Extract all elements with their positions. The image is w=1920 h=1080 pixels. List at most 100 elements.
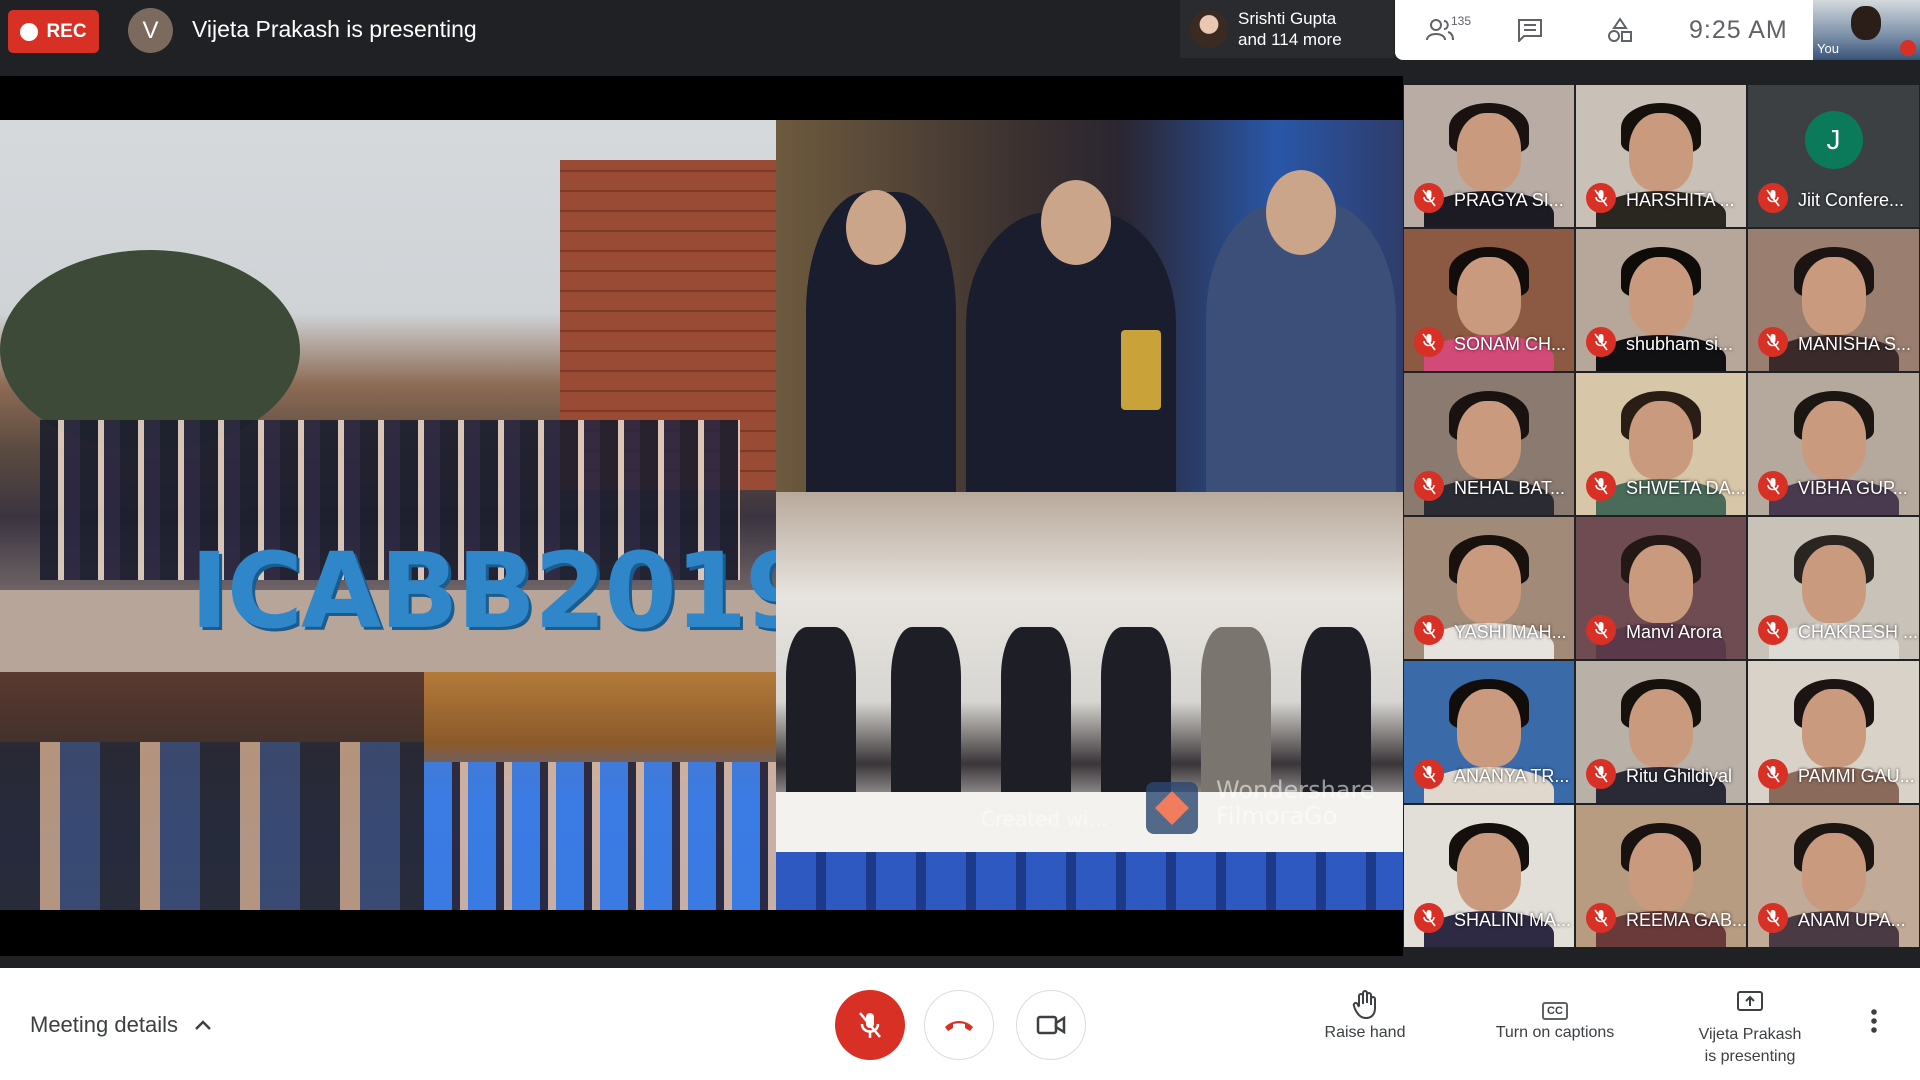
people-button[interactable]: 135 bbox=[1395, 0, 1485, 60]
photo-person bbox=[1301, 627, 1371, 792]
recording-label: REC bbox=[46, 20, 87, 42]
participant-avatar: J bbox=[1804, 111, 1863, 169]
photo-person bbox=[891, 627, 961, 792]
participant-face bbox=[1629, 833, 1693, 911]
photo-head bbox=[846, 190, 906, 265]
participant-face bbox=[1629, 113, 1693, 191]
raise-hand-button[interactable]: Raise hand bbox=[1315, 990, 1415, 1042]
camera-toggle-button[interactable] bbox=[1016, 990, 1086, 1060]
activities-button[interactable] bbox=[1575, 0, 1665, 60]
participant-tile[interactable]: Ritu Ghildiyal bbox=[1575, 660, 1747, 804]
participant-name: REEMA GAB... bbox=[1626, 910, 1747, 930]
participant-name: Jiit Confere... bbox=[1798, 190, 1905, 210]
mic-off-icon bbox=[1414, 471, 1444, 501]
participant-face bbox=[1801, 833, 1866, 911]
participant-tile[interactable]: PAMMI GAU... bbox=[1747, 660, 1920, 804]
participant-name: SHWETA DA... bbox=[1626, 478, 1746, 498]
watermark-created: Created wi... bbox=[981, 807, 1108, 831]
participant-tile[interactable]: SONAM CH... bbox=[1403, 228, 1575, 372]
top-controls: 135 9:25 AM bbox=[1395, 0, 1813, 60]
presenter-avatar: V bbox=[128, 8, 173, 53]
participant-face bbox=[1457, 257, 1521, 335]
bottom-bar: Meeting details Raise hand CC Turn on ca… bbox=[0, 968, 1920, 1080]
mic-off-icon bbox=[1586, 615, 1616, 645]
photo-seats bbox=[424, 762, 776, 910]
meeting-details-button[interactable]: Meeting details bbox=[30, 1012, 212, 1038]
watermark-text: Wondershare FilmoraGo bbox=[1216, 777, 1375, 829]
people-count: 135 bbox=[1451, 14, 1472, 28]
participant-face bbox=[1457, 545, 1521, 623]
more-vert-icon bbox=[1871, 1009, 1877, 1033]
participant-tile[interactable]: YASHI MAH... bbox=[1403, 516, 1575, 660]
joined-user-avatar bbox=[1190, 10, 1228, 48]
participant-tile[interactable]: ANAM UPA... bbox=[1747, 804, 1920, 948]
participant-tile[interactable]: HARSHITA ... bbox=[1575, 84, 1747, 228]
mic-off-icon bbox=[1758, 471, 1788, 501]
mic-off-icon bbox=[1758, 759, 1788, 789]
participant-name: ANANYA TR... bbox=[1454, 766, 1570, 786]
camera-icon bbox=[1036, 1015, 1066, 1035]
self-video-tile[interactable]: You bbox=[1813, 0, 1920, 60]
participant-face bbox=[1457, 689, 1521, 767]
photo-award-ceremony bbox=[776, 120, 1403, 492]
participant-name: SONAM CH... bbox=[1454, 334, 1567, 354]
participant-tile[interactable]: VIBHA GUP... bbox=[1747, 372, 1920, 516]
participant-face bbox=[1457, 113, 1521, 191]
mic-off-icon bbox=[1586, 327, 1616, 357]
participant-tile[interactable]: CHAKRESH ... bbox=[1747, 516, 1920, 660]
mic-off-icon bbox=[1414, 183, 1444, 213]
mic-off-icon bbox=[1900, 40, 1916, 56]
mic-off-icon bbox=[1414, 615, 1444, 645]
participant-tile[interactable]: SHWETA DA... bbox=[1575, 372, 1747, 516]
presenting-label-line1: Vijeta Prakash bbox=[1698, 1026, 1802, 1043]
participant-tile[interactable]: NEHAL BAT... bbox=[1403, 372, 1575, 516]
participant-tile[interactable]: shubham si... bbox=[1575, 228, 1747, 372]
participant-face bbox=[1457, 401, 1521, 479]
participant-name: HARSHITA ... bbox=[1626, 190, 1735, 210]
mic-off-icon bbox=[1414, 903, 1444, 933]
participant-face bbox=[1801, 545, 1866, 623]
mic-off-icon bbox=[1758, 903, 1788, 933]
raise-hand-label: Raise hand bbox=[1324, 1024, 1406, 1041]
shared-screen: ICABB2019 Wondershare FilmoraGo Created … bbox=[0, 120, 1403, 910]
watermark-product: FilmoraGo bbox=[1216, 802, 1338, 830]
participant-tile[interactable]: PRAGYA SI... bbox=[1403, 84, 1575, 228]
present-screen-icon bbox=[1680, 990, 1820, 1024]
participant-tile[interactable]: ANANYA TR... bbox=[1403, 660, 1575, 804]
photo-networking bbox=[0, 672, 424, 910]
photo-person bbox=[1101, 627, 1171, 792]
participant-join-chip[interactable]: Srishti Gupta and 114 more bbox=[1180, 0, 1394, 58]
mic-off-icon bbox=[1586, 183, 1616, 213]
captions-label: Turn on captions bbox=[1495, 1024, 1615, 1041]
participant-tile[interactable]: J Jiit Confere... bbox=[1747, 84, 1920, 228]
leave-call-button[interactable] bbox=[924, 990, 994, 1060]
participant-tile[interactable]: MANISHA S... bbox=[1747, 228, 1920, 372]
captions-button[interactable]: CC Turn on captions bbox=[1480, 990, 1630, 1042]
mic-off-icon bbox=[1758, 327, 1788, 357]
participant-tile[interactable]: Manvi Arora bbox=[1575, 516, 1747, 660]
participant-face bbox=[1801, 689, 1866, 767]
participant-tile[interactable]: SHALINI MA... bbox=[1403, 804, 1575, 948]
photo-head bbox=[1041, 180, 1111, 265]
microphone-toggle-button[interactable] bbox=[835, 990, 905, 1060]
mic-off-icon bbox=[1586, 903, 1616, 933]
mic-off-icon bbox=[1758, 615, 1788, 645]
photo-person bbox=[1001, 627, 1071, 792]
participant-name: CHAKRESH ... bbox=[1798, 622, 1919, 642]
chat-button[interactable] bbox=[1485, 0, 1575, 60]
presentation-stage: ICABB2019 Wondershare FilmoraGo Created … bbox=[0, 76, 1403, 956]
presenting-button[interactable]: Vijeta Prakash is presenting bbox=[1680, 990, 1820, 1068]
more-options-button[interactable] bbox=[1870, 1008, 1878, 1041]
joined-more-count: and 114 more bbox=[1238, 30, 1342, 49]
participant-face bbox=[1629, 401, 1693, 479]
chevron-up-icon bbox=[195, 1020, 211, 1030]
mic-off-icon bbox=[1414, 759, 1444, 789]
participant-face bbox=[1457, 833, 1521, 911]
phone-hangup-icon bbox=[945, 1021, 973, 1031]
photo-person bbox=[1201, 627, 1271, 792]
presenting-label-line2: is presenting bbox=[1704, 1048, 1796, 1065]
recording-badge: REC bbox=[8, 10, 99, 53]
participant-name: NEHAL BAT... bbox=[1454, 478, 1566, 498]
participant-tile[interactable]: REEMA GAB... bbox=[1575, 804, 1747, 948]
photo-trophy bbox=[1121, 330, 1161, 410]
